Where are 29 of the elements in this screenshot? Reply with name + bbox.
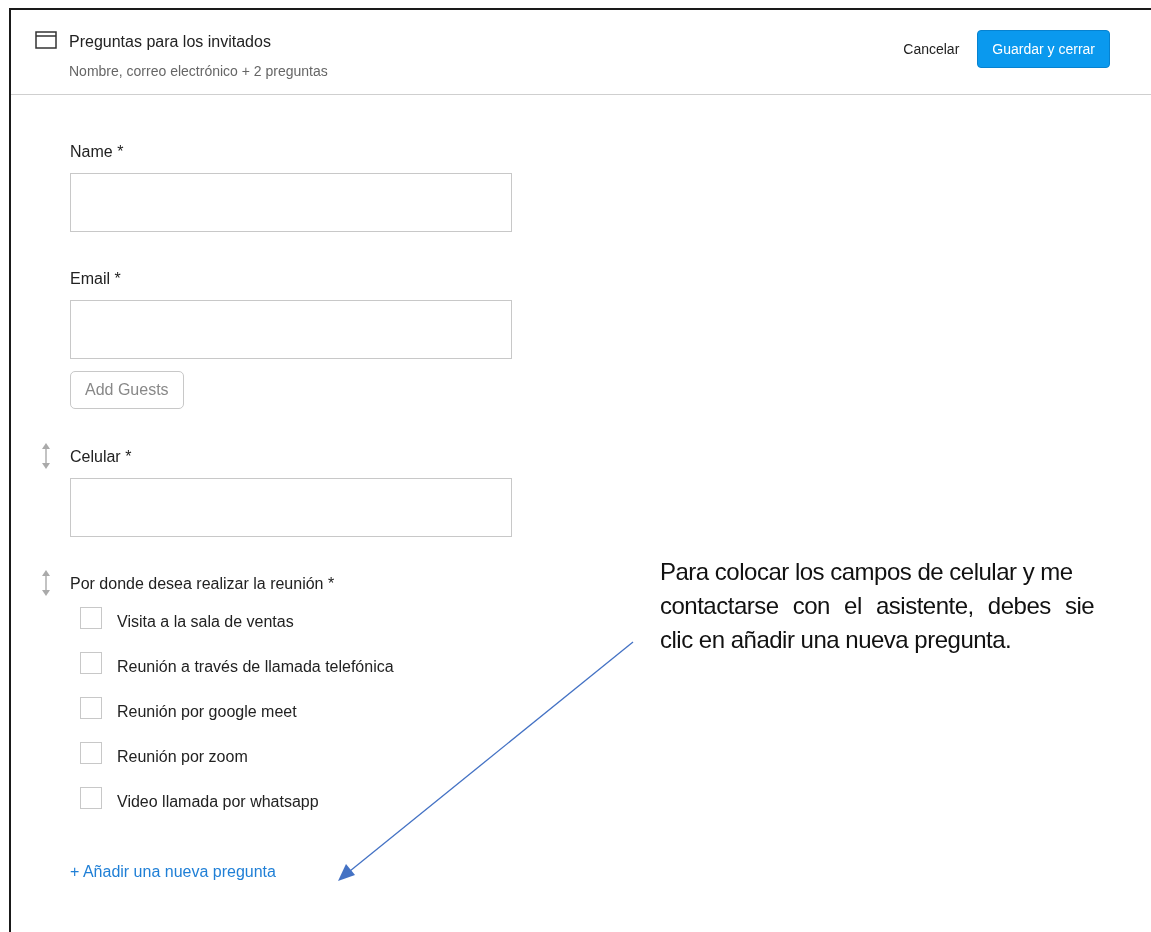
cancel-button[interactable]: Cancelar	[901, 38, 962, 60]
checkbox[interactable]	[80, 652, 102, 674]
option-label: Visita a la sala de ventas	[117, 612, 294, 632]
field-label: Email *	[70, 270, 121, 287]
add-guests-button[interactable]: Add Guests	[70, 371, 184, 409]
field-label: Name *	[70, 143, 124, 160]
checkbox[interactable]	[80, 697, 102, 719]
checkbox[interactable]	[80, 787, 102, 809]
panel-title: Preguntas para los invitados	[69, 32, 272, 52]
annotation-text: Para colocar los campos de celular y me	[660, 557, 1074, 587]
annotation-text: contactarse con el asistente, debes sie	[660, 591, 1096, 621]
checkbox[interactable]	[80, 607, 102, 629]
option-label: Video llamada por whatsapp	[117, 792, 319, 812]
window-icon	[35, 31, 57, 49]
panel-subtitle: Nombre, correo electrónico + 2 preguntas	[69, 62, 328, 81]
input-field[interactable]	[70, 173, 512, 232]
checkbox[interactable]	[80, 742, 102, 764]
input-field[interactable]	[70, 478, 512, 537]
option-label: Reunión a través de llamada telefónica	[117, 657, 394, 677]
drag-handle-icon[interactable]	[41, 443, 51, 469]
field-label: Por donde desea realizar la reunión *	[70, 575, 335, 592]
save-button[interactable]: Guardar y cerrar	[977, 30, 1110, 68]
option-label: Reunión por google meet	[117, 702, 297, 722]
input-field[interactable]	[70, 300, 512, 359]
annotation-text: clic en añadir una nueva pregunta.	[660, 625, 1013, 655]
field-label: Celular *	[70, 448, 132, 465]
drag-handle-icon[interactable]	[41, 570, 51, 596]
add-question-link[interactable]: + Añadir una nueva pregunta	[70, 860, 276, 884]
option-label: Reunión por zoom	[117, 747, 248, 767]
